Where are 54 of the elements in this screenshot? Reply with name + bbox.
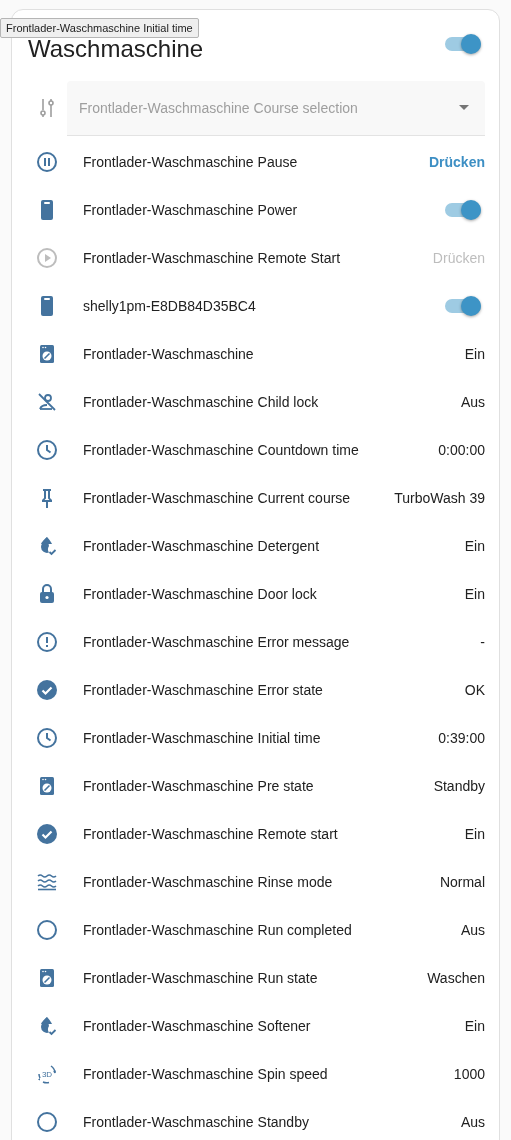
entity-name: Frontlader-Waschmaschine Detergent	[83, 538, 321, 554]
entity-name: Frontlader-Waschmaschine Pre state	[83, 778, 315, 794]
toggle-switch[interactable]	[445, 203, 481, 217]
state-value: Normal	[439, 874, 485, 890]
state-value: TurboWash 39	[394, 490, 485, 506]
state-value: 0:00:00	[438, 442, 485, 458]
entity-name: Frontlader-Waschmaschine Run state	[83, 970, 319, 986]
entity-name: Frontlader-Waschmaschine Remote Start	[83, 250, 342, 266]
state-value: 0:39:00	[438, 730, 485, 746]
entity-name: Frontlader-Waschmaschine Spin speed	[83, 1066, 329, 1082]
clock-icon	[35, 726, 59, 750]
press-button[interactable]: Drücken	[424, 148, 489, 176]
entity-name: Frontlader-Waschmaschine Run completed	[83, 922, 353, 938]
entity-name: Frontlader-Waschmaschine Initial time	[83, 730, 322, 746]
state-value: 1000	[453, 1066, 485, 1082]
entity-name: Frontlader-Waschmaschine Power	[83, 202, 299, 218]
entity-name: Frontlader-Waschmaschine Rinse mode	[83, 874, 334, 890]
entity-name: Frontlader-Waschmaschine Countdown time	[83, 442, 360, 458]
entity-name: Frontlader-Waschmaschine Pause	[83, 154, 299, 170]
state-value: Ein	[464, 346, 485, 362]
entity-name: Frontlader-Waschmaschine Remote start	[83, 826, 339, 842]
tooltip: Frontlader-Waschmaschine Initial time	[0, 18, 199, 38]
toggle-switch[interactable]	[445, 299, 481, 313]
state-value: Ein	[464, 1018, 485, 1034]
entity-name: Frontlader-Waschmaschine Error message	[83, 634, 351, 650]
play-icon	[35, 246, 59, 270]
clock-icon	[35, 438, 59, 462]
entity-name: Frontlader-Waschmaschine Door lock	[83, 586, 318, 602]
state-value: Standby	[433, 778, 485, 794]
pause-icon	[35, 150, 59, 174]
state-value: OK	[464, 682, 485, 698]
state-value: Ein	[464, 826, 485, 842]
card-title: Waschmaschine	[28, 37, 204, 61]
alert-icon	[35, 630, 59, 654]
entity-name: Frontlader-Waschmaschine Error state	[83, 682, 324, 698]
entity-name: shelly1pm-E8DB84D35BC4	[83, 298, 257, 314]
state-value: -	[480, 634, 485, 650]
circle-icon	[35, 1110, 59, 1134]
state-value: Aus	[460, 394, 485, 410]
circle-icon	[35, 918, 59, 942]
state-value: Aus	[460, 1114, 485, 1130]
entity-name: Frontlader-Waschmaschine	[83, 346, 255, 362]
entity-name: Frontlader-Waschmaschine Softener	[83, 1018, 312, 1034]
entity-name: Frontlader-Waschmaschine Current course	[83, 490, 352, 506]
state-value: Ein	[464, 538, 485, 554]
entity-name: Frontlader-Waschmaschine Child lock	[83, 394, 320, 410]
dropdown-caret-icon	[459, 105, 469, 110]
entity-name: Frontlader-Waschmaschine Standby	[83, 1114, 310, 1130]
check-circle-icon	[35, 678, 59, 702]
state-value: Aus	[460, 922, 485, 938]
toggle-switch[interactable]	[445, 37, 481, 51]
state-value: Ein	[464, 586, 485, 602]
state-value: Waschen	[427, 970, 485, 986]
check-circle-icon	[35, 822, 59, 846]
